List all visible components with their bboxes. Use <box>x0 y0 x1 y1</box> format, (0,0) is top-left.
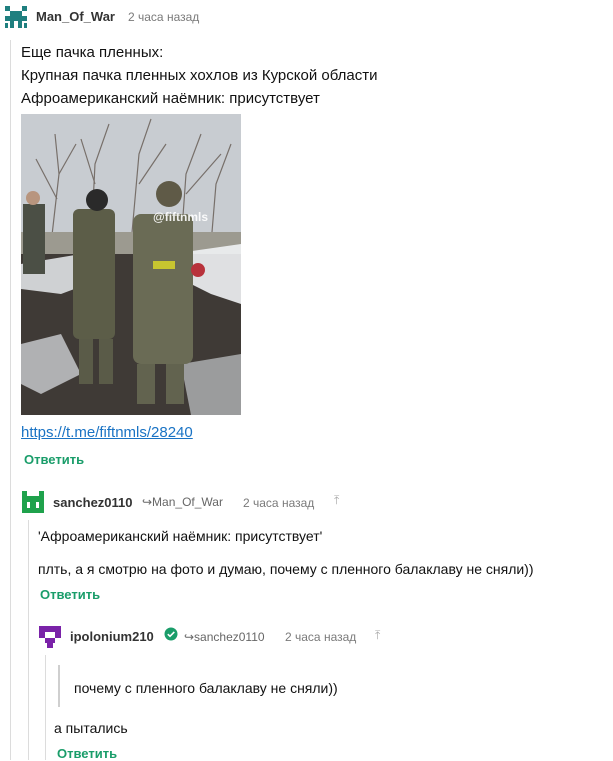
thread-line[interactable] <box>28 520 29 760</box>
avatar[interactable] <box>39 626 61 648</box>
username[interactable]: sanchez0110 <box>53 495 133 510</box>
arrow-up-icon[interactable]: ⤒ <box>334 493 339 508</box>
arrow-up-icon[interactable]: ⤒ <box>375 628 380 643</box>
comment-text: а пытались <box>54 720 128 736</box>
attached-photo[interactable]: @fiftnmls <box>21 114 241 415</box>
avatar[interactable] <box>22 491 44 513</box>
reply-to-link[interactable]: ↪sanchez0110 <box>184 630 265 644</box>
timestamp: 2 часа назад <box>128 10 200 24</box>
timestamp: 2 часа назад <box>243 496 315 510</box>
reply-to-link[interactable]: ↪Man_Of_War <box>142 495 223 509</box>
quoted-text: 'Афроамериканский наёмник: присутствует' <box>38 528 323 544</box>
reply-button[interactable]: Ответить <box>40 587 100 602</box>
pixel-avatar-icon <box>39 626 61 648</box>
comment-text-line: Еще пачка пленных: <box>21 44 164 61</box>
photo-watermark: @fiftnmls <box>153 210 209 224</box>
reply-button[interactable]: Ответить <box>57 746 117 761</box>
verified-badge-icon <box>164 627 178 641</box>
telegram-link[interactable]: https://t.me/fiftnmls/28240 <box>21 424 193 441</box>
photo-image <box>21 114 241 415</box>
quote-bar <box>58 665 60 707</box>
username[interactable]: Man_Of_War <box>36 9 115 24</box>
pixel-avatar-icon <box>22 491 44 513</box>
thread-line[interactable] <box>45 655 46 760</box>
quoted-text: почему с пленного балаклаву не сняли)) <box>74 680 338 696</box>
reply-button[interactable]: Ответить <box>24 452 84 467</box>
comment-text-line: Крупная пачка пленных хохлов из Курской … <box>21 67 378 84</box>
comment-text-line: Афроамериканский наёмник: присутствует <box>21 90 320 107</box>
avatar[interactable] <box>5 6 27 28</box>
comment-text: плть, а я смотрю на фото и думаю, почему… <box>38 561 534 577</box>
username[interactable]: ipolonium210 <box>70 629 154 644</box>
pixel-avatar-icon <box>5 6 27 28</box>
timestamp: 2 часа назад <box>285 630 357 644</box>
thread-line[interactable] <box>10 40 11 760</box>
